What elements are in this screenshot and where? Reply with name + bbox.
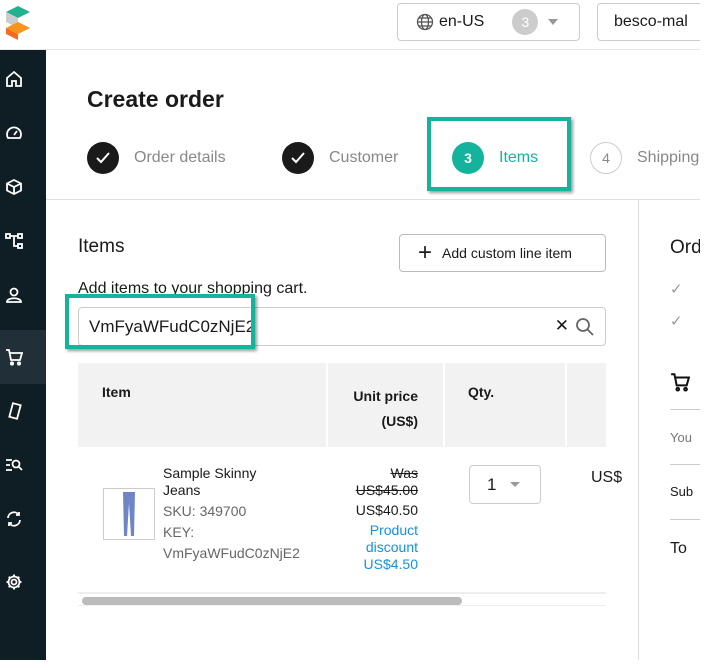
tag-icon (8, 402, 22, 420)
sidebar-item-dashboard[interactable] (0, 106, 46, 160)
button-label: Add custom line item (442, 245, 572, 261)
divider (670, 409, 700, 410)
search-icon[interactable] (575, 317, 595, 337)
sidebar-item-discounts[interactable] (0, 384, 46, 438)
product-meta: SKU: 349700 KEY: VmFyaWFudC0zNjE2 (163, 501, 300, 564)
cart-icon (6, 349, 23, 366)
logo (6, 6, 30, 40)
column-header-unit-price: Unit price (US$) (353, 388, 418, 429)
app-window: en-US 3 besco-mal Create order Order det… (0, 0, 700, 660)
highlight-box (65, 294, 255, 349)
current-price: US$40.50 (355, 502, 418, 518)
column-separator (443, 363, 445, 447)
column-separator (565, 363, 567, 447)
project-name: besco-mal (614, 13, 688, 30)
divider (670, 464, 700, 465)
sidebar (0, 50, 46, 660)
add-custom-line-item-button[interactable]: + Add custom line item (399, 234, 606, 272)
table-row: Sample Skinny Jeans SKU: 349700 KEY: VmFyaW… (78, 447, 622, 592)
discount-label: discount (365, 539, 418, 555)
stepper: Order details Customer 3 Items 4 Shipping (87, 142, 699, 174)
gear-icon (6, 574, 22, 590)
search-list-icon (6, 459, 23, 471)
step-label: Order details (134, 149, 226, 166)
step-order-details[interactable]: Order details (87, 142, 282, 174)
product-key: VmFyaWFudC0zNjE2 (163, 545, 300, 561)
highlight-box (427, 117, 571, 191)
check-icon: ✓ (670, 313, 683, 330)
gauge-icon (6, 126, 22, 139)
sidebar-item-search[interactable] (0, 438, 46, 492)
sidebar-item-orders[interactable] (0, 330, 46, 384)
product-name: Sample Skinny Jeans (163, 465, 257, 498)
sync-icon (7, 511, 21, 527)
product-key-label: KEY: (163, 524, 195, 540)
page-title: Create order (87, 86, 224, 112)
user-icon (6, 287, 22, 303)
divider (46, 199, 700, 200)
summary-title: Ord (670, 237, 700, 258)
step-label: Customer (329, 149, 399, 166)
close-icon[interactable]: ✕ (555, 316, 569, 336)
globe-icon (416, 13, 434, 31)
scrollbar-thumb[interactable] (82, 597, 462, 605)
line-total: US$ (591, 469, 623, 486)
step-label: Shipping (637, 149, 700, 166)
summary-subtotal: Sub (670, 484, 694, 499)
locale-count-badge: 3 (512, 9, 539, 35)
quantity-value: 1 (487, 474, 497, 494)
chevron-down-icon (548, 19, 559, 25)
cube-icon (6, 178, 22, 196)
sidebar-item-customers[interactable] (0, 268, 46, 322)
project-selector[interactable]: besco-mal (597, 3, 700, 41)
sidebar-item-home[interactable] (0, 52, 46, 106)
horizontal-scrollbar[interactable] (78, 592, 606, 606)
quantity-select[interactable]: 1 (469, 465, 541, 504)
check-icon (87, 142, 119, 174)
plus-icon: + (418, 239, 433, 266)
column-header-item: Item (102, 384, 131, 400)
discount-label: Product (369, 522, 418, 538)
sidebar-item-categories[interactable] (0, 214, 46, 268)
locale-value: en-US (439, 13, 485, 30)
column-header-qty: Qty. (468, 384, 495, 400)
summary-you: You (670, 430, 692, 445)
items-heading: Items (78, 236, 125, 257)
table-header: Item Unit price (US$) Qty. (78, 363, 606, 447)
product-sku: SKU: 349700 (163, 503, 247, 519)
sidebar-item-products[interactable] (0, 160, 46, 214)
check-icon: ✓ (670, 281, 683, 298)
unit-price: Was US$45.00 US$40.50 Product discount U… (328, 465, 418, 573)
locale-selector[interactable]: en-US 3 (397, 3, 580, 41)
step-number: 4 (590, 142, 622, 174)
was-label: Was (390, 465, 418, 481)
divider (670, 519, 700, 520)
original-price: US$45.00 (355, 482, 418, 498)
product-image (103, 488, 155, 540)
column-separator (326, 363, 328, 447)
step-shipping[interactable]: 4 Shipping (590, 142, 699, 174)
sidebar-item-sync[interactable] (0, 492, 46, 546)
cart-icon (671, 373, 690, 392)
divider (638, 200, 639, 660)
discount-amount: US$4.50 (363, 556, 418, 572)
sidebar-item-settings[interactable] (0, 555, 46, 609)
home-icon (6, 70, 22, 87)
check-icon (282, 142, 314, 174)
summary-total: To (670, 540, 687, 557)
chevron-down-icon (510, 482, 521, 487)
hierarchy-icon (5, 233, 23, 249)
top-bar: en-US 3 besco-mal (0, 0, 700, 50)
